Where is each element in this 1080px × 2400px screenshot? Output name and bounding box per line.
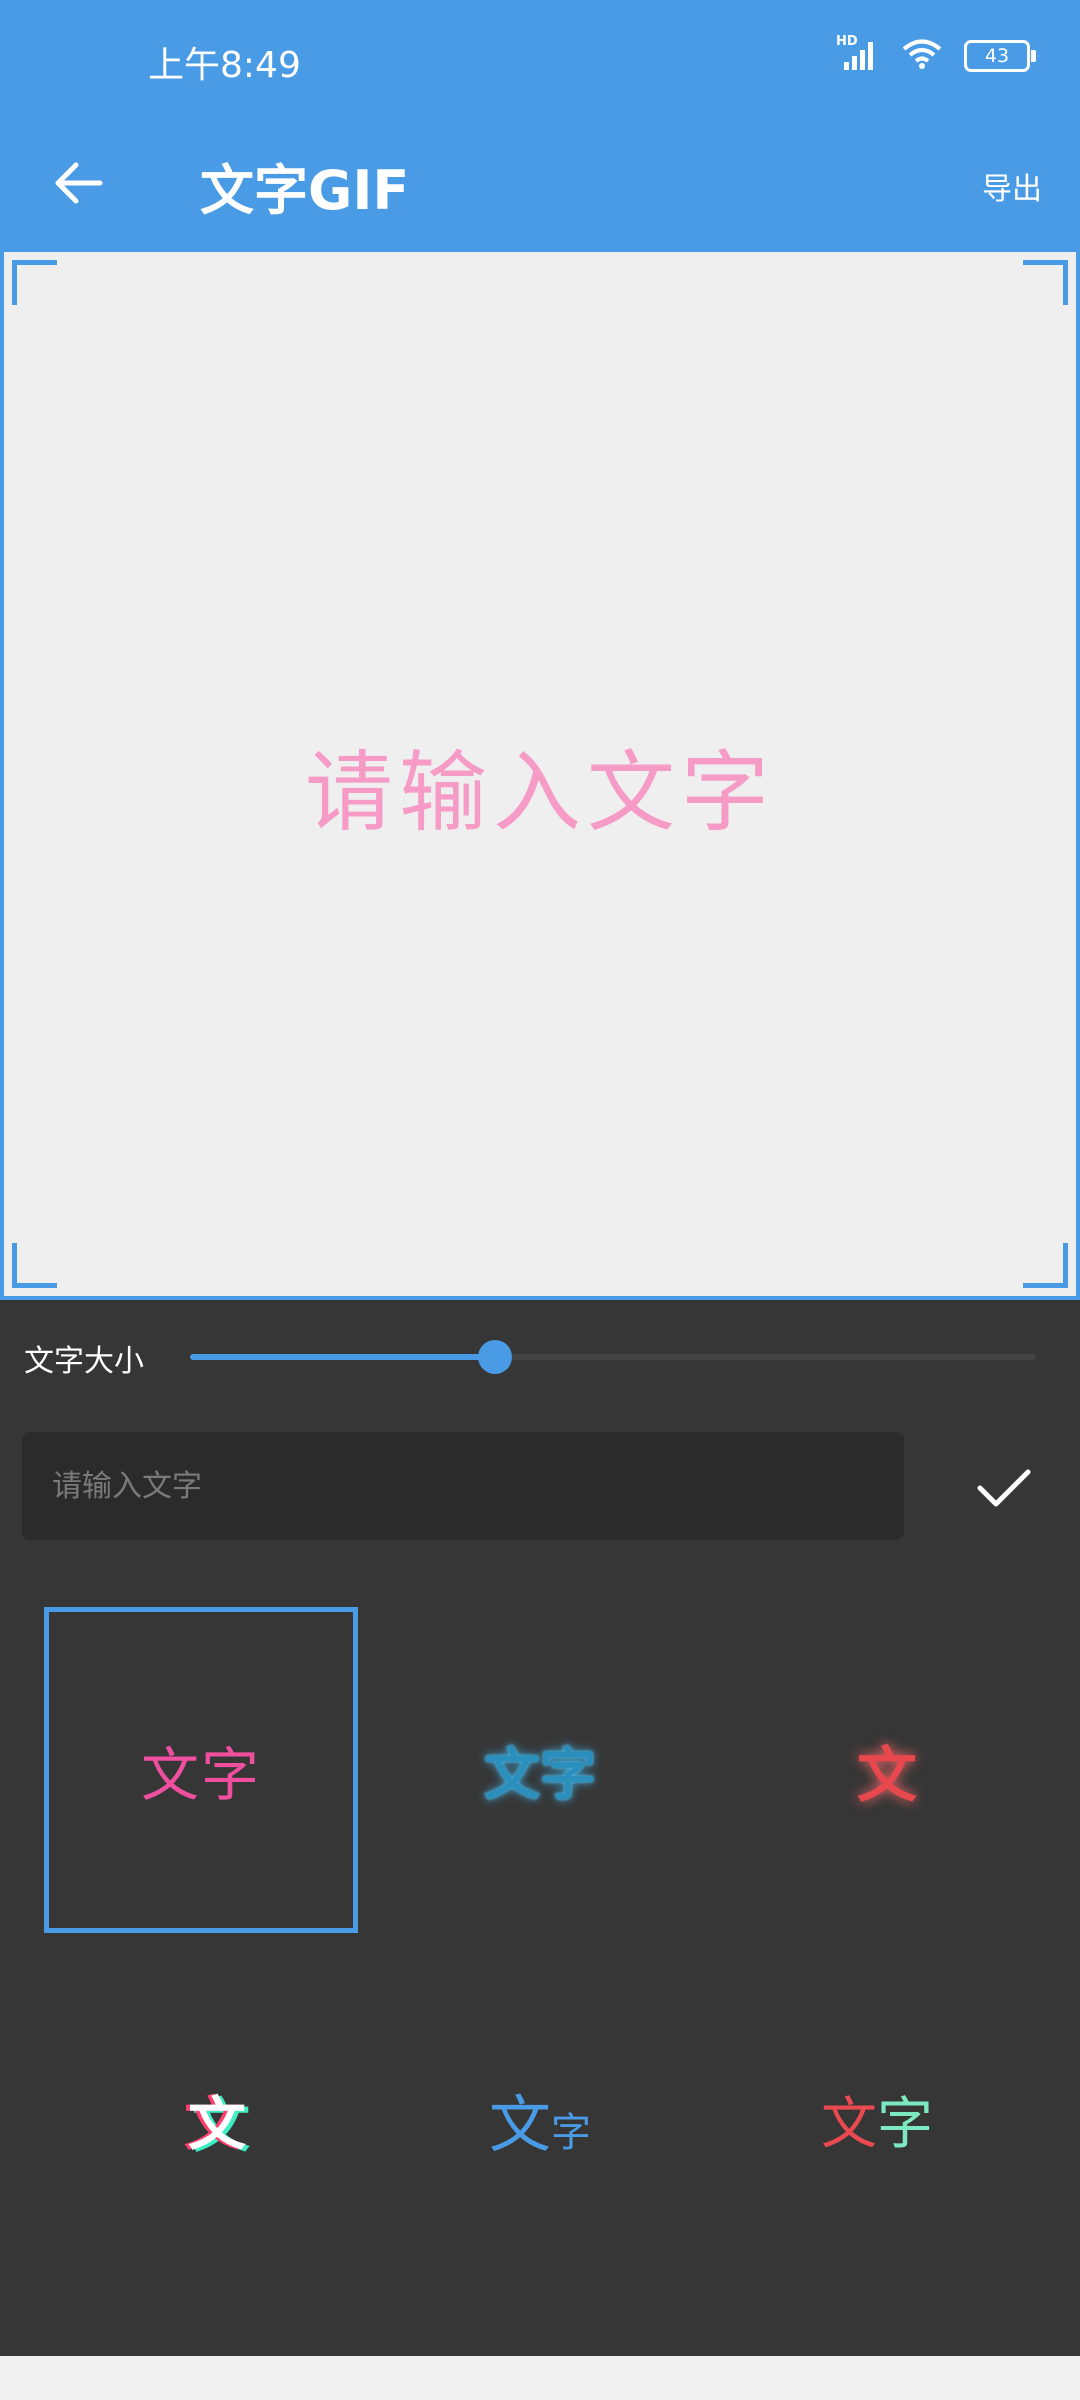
export-button[interactable]: 导出	[982, 164, 1042, 208]
style-option-pink[interactable]: 文字	[44, 1607, 358, 1933]
text-size-label: 文字大小	[24, 1344, 144, 1379]
signal-icon: HD	[836, 34, 880, 72]
style-label-a: 文	[821, 2091, 877, 2157]
status-bar: 上午8:49 HD 43	[0, 0, 1080, 120]
text-input[interactable]	[22, 1432, 904, 1540]
controls-panel: 文字大小 文字 文字 文 文 文字 文字	[0, 1300, 1080, 2356]
style-option-glow-red[interactable]: 文	[730, 1607, 1044, 1933]
style-label: 文字	[484, 1742, 596, 1808]
style-label: 文字	[489, 2074, 591, 2164]
app-bar: 文字GIF 导出	[0, 120, 1080, 248]
wifi-icon	[902, 38, 942, 74]
preview-text[interactable]: 请输入文字	[4, 722, 1076, 849]
style-label-big: 文	[488, 2088, 551, 2161]
style-label: 文字	[140, 1741, 261, 1809]
text-size-slider[interactable]	[190, 1340, 1036, 1374]
crop-corner-top-left[interactable]	[12, 260, 57, 305]
style-label-b: 字	[877, 2091, 933, 2157]
slider-fill	[190, 1354, 495, 1360]
battery-icon: 43	[964, 40, 1036, 72]
style-label: 文	[857, 1740, 917, 1811]
status-icons: HD 43	[836, 34, 1036, 74]
status-time: 上午8:49	[148, 45, 301, 86]
preview-canvas[interactable]: 请输入文字	[0, 248, 1080, 1300]
style-label: 文	[187, 2090, 246, 2158]
style-option-size-bounce[interactable]: 文字	[383, 1956, 697, 2282]
style-label-small: 字	[551, 2110, 591, 2156]
crop-corner-bottom-right[interactable]	[1023, 1243, 1068, 1288]
page-title: 文字GIF	[200, 159, 410, 222]
crop-corner-top-right[interactable]	[1023, 260, 1068, 305]
style-option-glitch[interactable]: 文	[60, 1956, 374, 2282]
crop-corner-bottom-left[interactable]	[12, 1243, 57, 1288]
confirm-button[interactable]	[966, 1450, 1042, 1526]
arrow-left-icon	[55, 162, 103, 204]
slider-thumb[interactable]	[477, 1340, 512, 1374]
style-label: 文字	[821, 2079, 933, 2160]
back-button[interactable]	[46, 150, 112, 216]
navigation-bar	[0, 2356, 1080, 2400]
checkmark-icon	[977, 1469, 1031, 1507]
network-type-label: HD	[836, 34, 858, 49]
style-option-two-color[interactable]: 文字	[720, 1956, 1034, 2282]
style-option-neon-blue[interactable]: 文字	[383, 1607, 697, 1933]
